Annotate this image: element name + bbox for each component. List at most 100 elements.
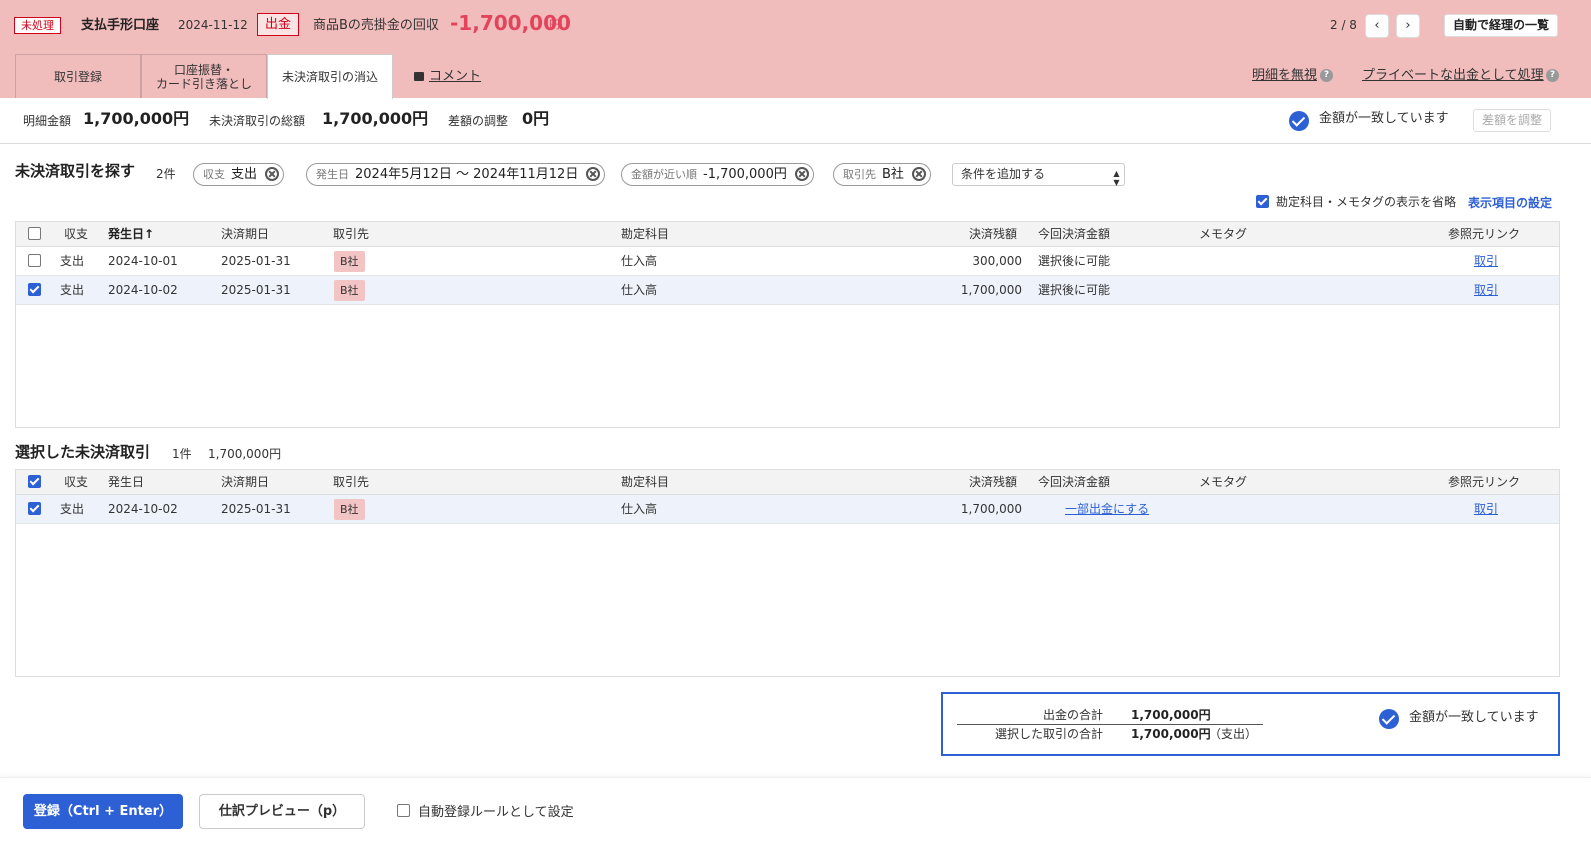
filter-chip-partner[interactable]: 取引先 B社: [833, 163, 931, 186]
row-type: 支出: [60, 283, 85, 297]
filter-chip-type[interactable]: 収支 支出: [193, 163, 285, 186]
table-header: 収支 発生日↑ 決済期日 取引先 勘定科目 決済残額 今回決済金額 メモタグ 参…: [16, 222, 1559, 247]
column-settings-link[interactable]: 表示項目の設定: [1468, 196, 1552, 210]
difference-value: 0円: [522, 109, 550, 128]
table-row[interactable]: 支出 2024-10-01 2025-01-31 B社 仕入高 300,000 …: [16, 247, 1559, 276]
col-partner: 取引先: [333, 475, 370, 489]
row-ref-link[interactable]: 取引: [1474, 254, 1498, 268]
amount-unit: 円: [549, 18, 560, 31]
table-row[interactable]: 支出 2024-10-02 2025-01-31 B社 仕入高 1,700,00…: [16, 495, 1559, 524]
tab-transfer-label-2: カード引き落とし: [155, 76, 252, 91]
header-top-row: 未処理 支払手形口座 2024-11-12 出金 商品Bの売掛金の回収 -1,7…: [0, 0, 1591, 50]
journal-preview-button[interactable]: 仕訳プレビュー（p）: [199, 794, 365, 829]
col-date[interactable]: 発生日↑: [108, 227, 154, 241]
selected-total-note: （支出）: [1209, 727, 1258, 741]
row-account: 仕入高: [621, 254, 658, 268]
prev-page-button[interactable]: ‹: [1365, 14, 1389, 38]
row-date: 2024-10-02: [108, 502, 178, 516]
filter-chip-amount[interactable]: 金額が近い順 -1,700,000円: [621, 163, 814, 186]
check-circle-icon: [1379, 709, 1399, 729]
sort-arrow-icon: ↑: [144, 227, 155, 241]
help-icon[interactable]: ?: [1546, 69, 1559, 82]
close-icon[interactable]: [794, 167, 809, 181]
totals-divider: [957, 724, 1263, 725]
add-condition-select[interactable]: 条件を追加する ▲▼: [952, 163, 1125, 187]
search-result-count: 2件: [156, 167, 176, 181]
col-date-label: 発生日: [108, 227, 145, 241]
filter-chip-key: 収支: [203, 168, 225, 181]
transaction-description: 商品Bの売掛金の回収: [313, 18, 439, 33]
col-due: 決済期日: [221, 227, 270, 241]
filter-chip-key: 金額が近い順: [631, 168, 697, 181]
selected-section-title: 選択した未決済取引: [15, 443, 151, 461]
table-header: 収支 発生日 決済期日 取引先 勘定科目 決済残額 今回決済金額 メモタグ 参照…: [16, 470, 1559, 495]
row-type: 支出: [60, 502, 85, 516]
row-account: 仕入高: [621, 283, 658, 297]
select-all-checkbox[interactable]: [28, 475, 41, 488]
adjust-difference-button[interactable]: 差額を調整: [1473, 109, 1551, 132]
register-button[interactable]: 登録（Ctrl + Enter）: [23, 794, 183, 829]
partner-badge: B社: [334, 280, 365, 301]
detail-amount-value: 1,700,000円: [83, 109, 190, 128]
row-account: 仕入高: [621, 502, 658, 516]
out-total-label: 出金の合計: [1042, 708, 1103, 722]
status-badge: 未処理: [14, 17, 61, 34]
private-expense-link[interactable]: プライベートな出金として処理: [1362, 67, 1544, 84]
row-balance: 1,700,000: [960, 502, 1022, 516]
col-account: 勘定科目: [621, 475, 670, 489]
comment-link[interactable]: コメント: [414, 68, 481, 85]
row-checkbox[interactable]: [28, 254, 41, 267]
transaction-header: 未処理 支払手形口座 2024-11-12 出金 商品Bの売掛金の回収 -1,7…: [0, 0, 1591, 99]
add-condition-label: 条件を追加する: [961, 167, 1046, 181]
selected-total: 1,700,000円: [208, 447, 282, 461]
selected-total-label: 選択した取引の合計: [994, 727, 1103, 741]
col-partner: 取引先: [333, 227, 370, 241]
row-balance: 1,700,000: [960, 283, 1022, 297]
next-page-button[interactable]: ›: [1396, 14, 1420, 38]
pager-indicator: 2 / 8: [1330, 18, 1357, 32]
filter-chip-date[interactable]: 発生日 2024年5月12日 〜 2024年11月12日: [306, 163, 606, 186]
row-due: 2025-01-31: [221, 502, 291, 516]
row-current: 選択後に可能: [1038, 254, 1111, 268]
omit-columns-checkbox[interactable]: [1256, 195, 1269, 208]
row-ref-link[interactable]: 取引: [1474, 283, 1498, 297]
ignore-detail-link[interactable]: 明細を無視: [1252, 67, 1317, 84]
chevron-right-icon: ›: [1405, 18, 1411, 33]
check-circle-icon: [1289, 111, 1309, 131]
detail-amount-label: 明細金額: [23, 114, 72, 128]
row-checkbox[interactable]: [28, 283, 41, 296]
auto-accounting-list-button[interactable]: 自動で経理の一覧: [1444, 14, 1559, 37]
filter-chip-value: 支出: [231, 167, 258, 182]
filter-chip-key: 取引先: [843, 168, 876, 181]
row-ref-link[interactable]: 取引: [1474, 502, 1498, 516]
col-ref: 参照元リンク: [1448, 475, 1521, 489]
col-type: 収支: [64, 475, 89, 489]
difference-label: 差額の調整: [448, 114, 509, 128]
partial-payment-link[interactable]: 一部出金にする: [1065, 502, 1149, 516]
close-icon[interactable]: [911, 167, 926, 181]
unsettled-total-value: 1,700,000円: [322, 109, 429, 128]
col-account: 勘定科目: [621, 227, 670, 241]
col-balance: 決済残額: [969, 227, 1018, 241]
tab-transfer[interactable]: 口座振替・ カード引き落とし: [141, 54, 267, 98]
tab-register[interactable]: 取引登録: [15, 54, 141, 98]
tab-register-label: 取引登録: [53, 69, 102, 84]
col-current: 今回決済金額: [1038, 227, 1111, 241]
comment-label: コメント: [429, 69, 482, 84]
col-date: 発生日: [108, 475, 145, 489]
table-row[interactable]: 支出 2024-10-02 2025-01-31 B社 仕入高 1,700,00…: [16, 276, 1559, 305]
omit-columns-label: 勘定科目・メモタグの表示を省略: [1276, 195, 1457, 209]
row-checkbox[interactable]: [28, 502, 41, 515]
filter-chip-value: -1,700,000円: [703, 167, 787, 182]
close-icon[interactable]: [586, 167, 601, 181]
unsettled-results-table: 収支 発生日↑ 決済期日 取引先 勘定科目 決済残額 今回決済金額 メモタグ 参…: [15, 221, 1560, 428]
partner-badge: B社: [334, 499, 365, 520]
select-all-checkbox[interactable]: [28, 227, 41, 240]
auto-rule-checkbox[interactable]: [397, 804, 410, 817]
tab-transfer-label-1: 口座振替・: [173, 62, 234, 77]
close-icon[interactable]: [265, 167, 280, 181]
filter-chip-key: 発生日: [316, 168, 349, 181]
help-icon[interactable]: ?: [1320, 69, 1333, 82]
tab-unsettled-label: 未決済取引の消込: [281, 70, 378, 84]
tab-unsettled[interactable]: 未決済取引の消込: [267, 54, 393, 99]
